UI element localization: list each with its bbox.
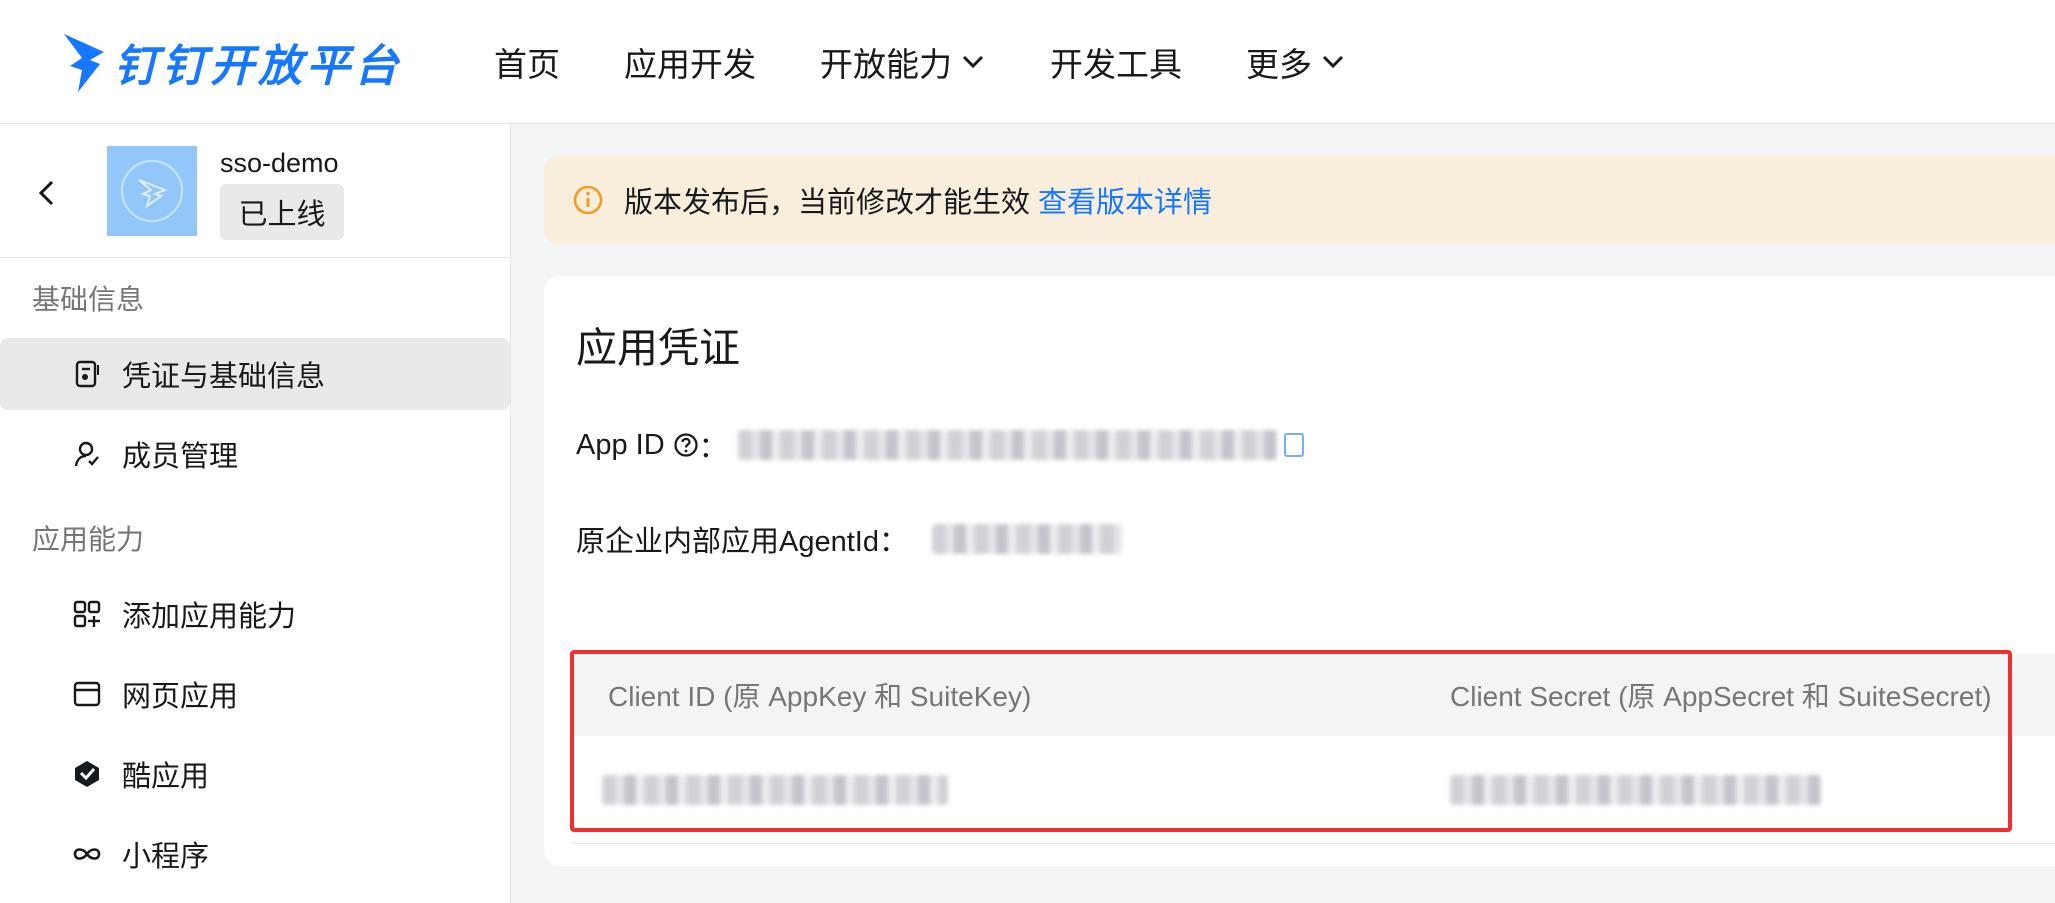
nav-label: 应用开发 [624,45,756,83]
credentials-card: 应用凭证 App ID ： 原企业内部应用AgentId： Client ID … [544,276,2055,866]
nav-item-more[interactable]: 更多 [1214,38,1378,86]
sidebar-item-cool-app[interactable]: 酷应用 [0,738,510,810]
chevron-down-icon [962,55,984,68]
section-title-basic-info: 基础信息 [32,284,145,315]
section-title-app-ability: 应用能力 [32,524,145,555]
client-secret-value-redacted[interactable] [1450,774,1822,805]
app-id-label: App ID [576,428,665,461]
sidebar-item-web-app[interactable]: 网页应用 [0,658,510,730]
sidebar-item-members[interactable]: 成员管理 [0,418,510,490]
client-id-header: Client ID (原 AppKey 和 SuiteKey) [608,681,1032,712]
card-title: 应用凭证 [576,325,740,371]
sidebar-item-credentials[interactable]: 凭证与基础信息 [0,338,510,410]
notice-text: 版本发布后，当前修改才能生效 [624,187,1031,219]
back-arrow-icon[interactable] [34,176,58,210]
infinity-icon [73,848,101,860]
sidebar-item-label: 成员管理 [122,441,239,473]
nav-item-dev-tools[interactable]: 开发工具 [1018,38,1214,86]
user-icon [74,441,99,467]
brand-logo[interactable]: 钉钉开放平台 [60,22,402,102]
sidebar-item-label: 凭证与基础信息 [122,361,326,393]
browser-window-icon [73,681,101,707]
copy-icon[interactable] [1283,433,1304,457]
nav-label: 更多 [1246,45,1312,83]
dingtalk-logo-icon [64,33,104,92]
info-icon [573,185,603,215]
top-navigation-bar: 钉钉开放平台 首页 应用开发 开放能力 开发工具 更多 [0,0,2055,124]
sidebar-item-mini-program[interactable]: 小程序 [0,818,510,890]
credential-icon [75,360,99,388]
main-nav: 首页 应用开发 开放能力 开发工具 更多 [462,38,1378,86]
table-header: Client ID (原 AppKey 和 SuiteKey) Client S… [572,654,2055,736]
app-header: sso-demo 已上线 [0,124,510,258]
app-id-row: App ID ： [576,424,1304,466]
add-ability-icon [73,600,101,628]
cool-app-icon [75,761,99,787]
app-id-value-redacted [737,430,1278,460]
sidebar-item-label: 添加应用能力 [122,601,297,633]
sidebar-item-label: 网页应用 [122,681,239,713]
sidebar-item-add-ability[interactable]: 添加应用能力 [0,578,510,650]
client-credentials-table: Client ID (原 AppKey 和 SuiteKey) Client S… [572,654,2055,844]
sidebar: sso-demo 已上线 基础信息 凭证与基础信息 成员管理 应用能力 添加应用… [0,124,511,903]
brand-name: 钉钉开放平台 [114,41,402,91]
help-icon[interactable] [673,432,699,458]
app-name: sso-demo [220,148,339,178]
client-secret-header: Client Secret (原 AppSecret 和 SuiteSecret… [1450,681,1992,712]
app-id-colon: ： [698,432,728,464]
nav-label: 开发工具 [1050,45,1182,83]
version-notice-banner: 版本发布后，当前修改才能生效 查看版本详情 [544,156,2055,244]
chevron-down-icon [1322,55,1344,68]
sidebar-item-label: 酷应用 [122,761,210,793]
client-id-value-redacted[interactable] [602,774,948,805]
app-avatar [107,146,197,236]
agent-id-label: 原企业内部应用AgentId： [576,526,908,558]
nav-item-app-dev[interactable]: 应用开发 [592,38,788,86]
nav-item-open-ability[interactable]: 开放能力 [788,38,1018,86]
table-row [572,736,2055,844]
nav-label: 首页 [494,45,560,83]
nav-label: 开放能力 [820,45,952,83]
app-logo-icon [121,160,183,222]
agent-id-row: 原企业内部应用AgentId： [576,518,1122,560]
nav-item-home[interactable]: 首页 [462,38,592,86]
sidebar-item-label: 小程序 [122,841,210,873]
status-badge: 已上线 [220,184,344,240]
agent-id-value-redacted [931,524,1122,554]
view-version-details-link[interactable]: 查看版本详情 [1038,179,1212,221]
